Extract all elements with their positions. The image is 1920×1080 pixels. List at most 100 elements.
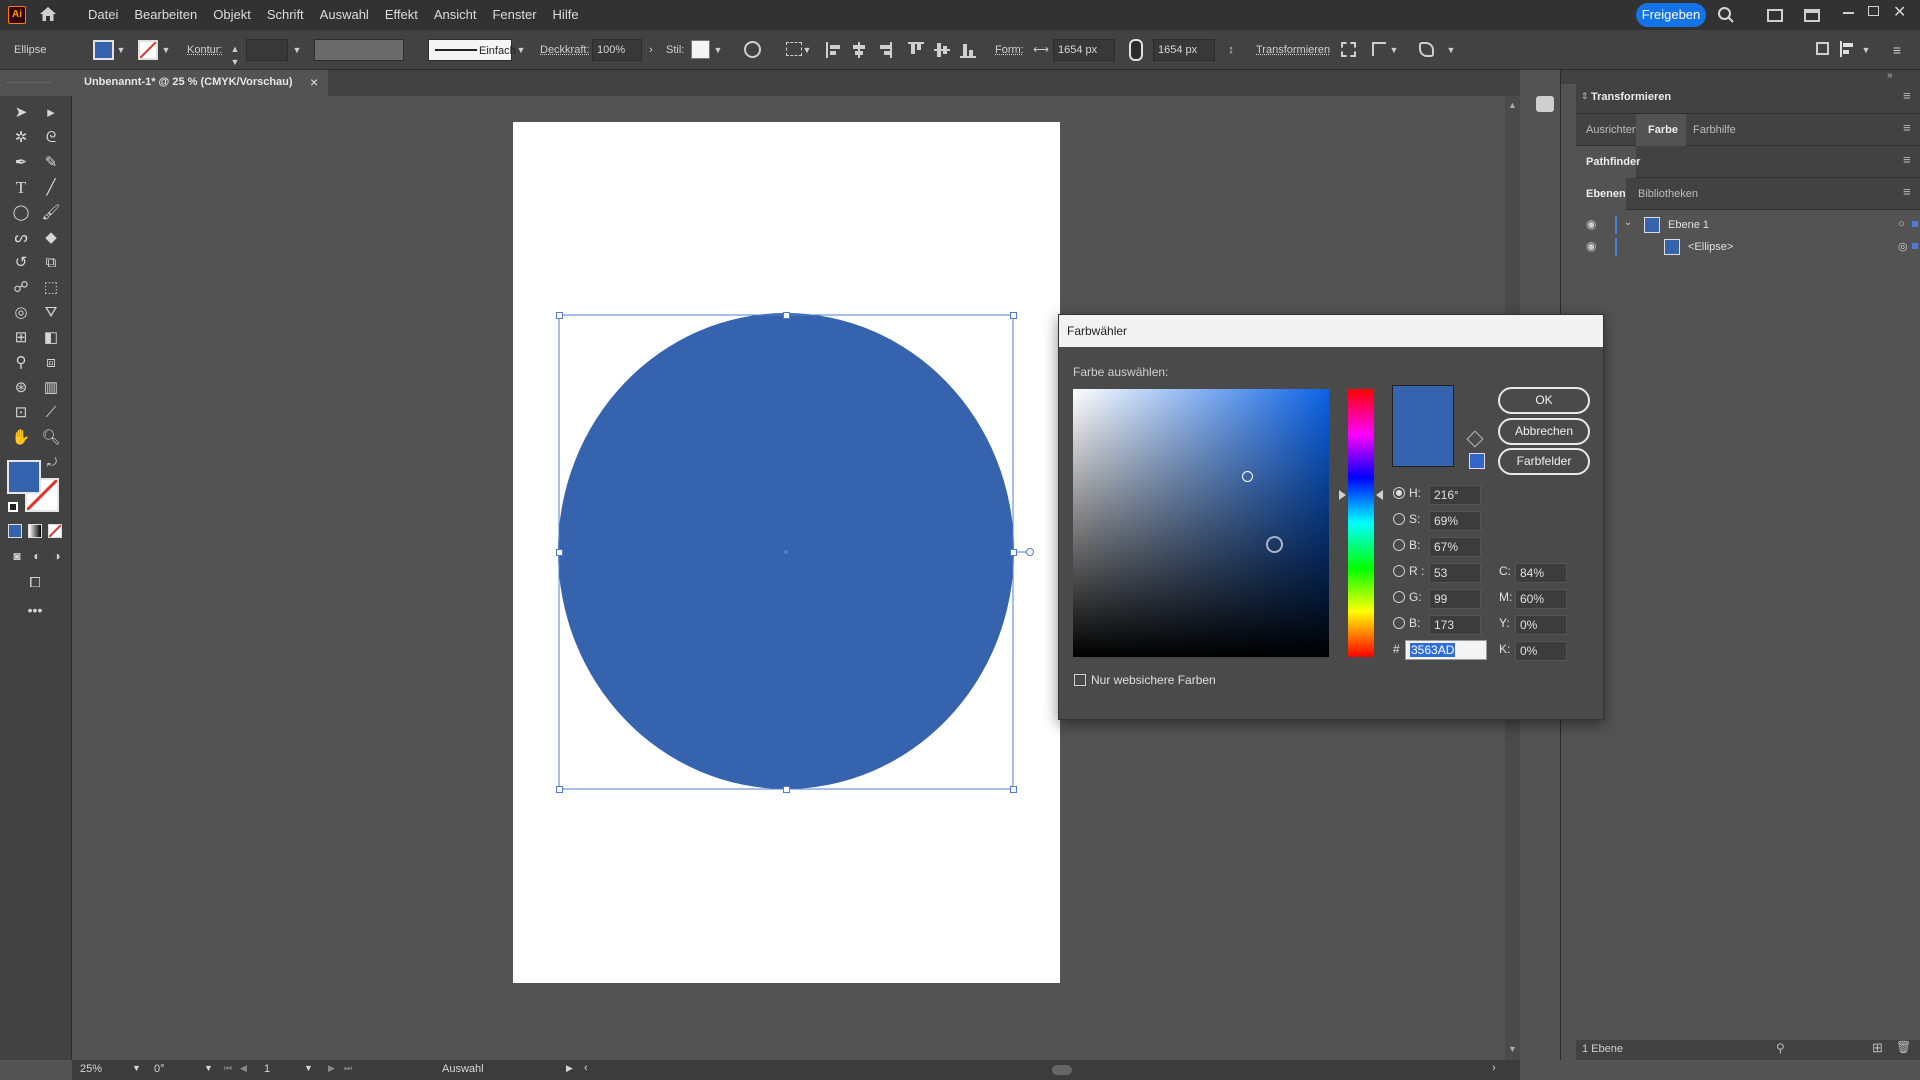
comments-icon[interactable] [1536,96,1554,112]
minimize-icon[interactable] [1843,12,1854,14]
horizontal-scrollbar-thumb[interactable] [1052,1065,1072,1075]
black-input[interactable]: 0% [1515,641,1567,661]
artboard-tool-icon[interactable]: ⊡ [8,401,34,425]
shaper-tool-icon[interactable]: ᔕ [8,226,34,250]
green-radio[interactable] [1393,591,1405,603]
chevron-down-icon[interactable]: ▼ [204,1063,213,1073]
web-safe-swatch[interactable] [1469,453,1485,469]
sublayer-name[interactable]: <Ellipse> [1688,241,1733,253]
eyedropper-tool-icon[interactable]: ⚲ [8,351,34,375]
align-top-icon[interactable] [908,42,924,56]
constrain-proportions-icon[interactable] [1129,39,1143,61]
warp-tool-icon[interactable]: ☍ [8,276,34,300]
align-panel-icon[interactable] [1840,41,1854,57]
blend-tool-icon[interactable]: ⧈ [38,351,64,375]
selection-handle-top-center[interactable] [783,312,790,319]
panel-menu-icon[interactable]: ≡ [1903,152,1911,167]
trash-icon[interactable]: 🗑︎ [1896,1040,1911,1054]
chevron-down-icon[interactable]: ▼ [116,30,126,70]
selection-handle-middle-right[interactable] [1010,549,1017,556]
saturation-radio[interactable] [1393,513,1405,525]
search-icon[interactable]: ⚲ [1776,1041,1785,1055]
shape-builder-tool-icon[interactable]: ◎ [8,301,34,325]
line-tool-icon[interactable]: ╱ [38,176,64,200]
live-paint-tool-icon[interactable]: ⛛ [38,301,64,325]
none-mode-icon[interactable] [48,524,62,538]
eye-icon[interactable]: ◉ [1586,217,1596,231]
yellow-input[interactable]: 0% [1515,615,1567,635]
opacity-input[interactable]: 100% [592,39,642,61]
scroll-left-arrow-icon[interactable]: ‹ [584,1062,588,1074]
status-menu-arrow-icon[interactable]: ▶ [566,1063,573,1074]
variable-width-profile[interactable] [314,39,404,61]
transform-label[interactable]: Transformieren [1256,30,1330,70]
selection-handle-top-left[interactable] [556,312,563,319]
selection-handle-middle-left[interactable] [556,549,563,556]
selection-handle-bottom-left[interactable] [556,786,563,793]
zoom-tool-icon[interactable]: 🔍︎ [38,426,64,450]
chevron-down-icon[interactable]: ▼ [304,1063,313,1073]
symbol-sprayer-tool-icon[interactable]: ⊛ [8,376,34,400]
align-left-icon[interactable] [826,42,840,58]
color-field-marker[interactable] [1242,471,1253,482]
chevron-down-icon[interactable]: ▼ [713,30,723,70]
recolor-artwork-icon[interactable] [744,41,761,58]
menu-hilfe[interactable]: Hilfe [545,0,587,30]
chevron-down-icon[interactable]: ▼ [516,30,526,70]
color-mode-icon[interactable] [8,524,22,538]
zoom-level[interactable]: 25% [80,1063,102,1075]
arrange-icon[interactable] [1372,42,1386,56]
red-radio[interactable] [1393,565,1405,577]
hex-input[interactable]: 3563AD [1405,640,1487,660]
blue-radio[interactable] [1393,617,1405,629]
menu-schrift[interactable]: Schrift [259,0,312,30]
column-graph-tool-icon[interactable]: ▥ [38,376,64,400]
selection-handle-bottom-right[interactable] [1010,786,1017,793]
tab-ebenen-active[interactable]: Ebenen [1576,178,1626,210]
transform-panel-header[interactable]: ⇕ Transformieren ≡ [1576,82,1920,114]
artboard-nav-first-icon[interactable]: ⏮ [224,1063,232,1074]
chevron-down-icon[interactable]: ▼ [1389,30,1399,70]
mesh-tool-icon[interactable]: ⊞ [8,326,34,350]
layer-name[interactable]: Ebene 1 [1668,219,1709,231]
green-input[interactable]: 99 [1429,589,1481,609]
warp-icon[interactable] [1419,42,1434,57]
magenta-input[interactable]: 60% [1515,589,1567,609]
menu-lines-icon[interactable]: ≡ [1890,30,1904,70]
hue-slider-arrow-left-icon[interactable] [1339,490,1346,500]
cube-icon[interactable] [1466,430,1484,448]
scroll-up-arrow-icon[interactable]: ▲ [1508,100,1517,110]
gradient-tool-icon[interactable]: ◧ [38,326,64,350]
screen-mode-icon[interactable]: ⧠ [22,570,48,594]
close-window-icon[interactable]: ✕ [1893,2,1906,22]
pen-tool-icon[interactable]: ✒ [8,151,34,175]
panel-collapse-icon[interactable]: » [1887,70,1893,81]
shape-label[interactable]: Form: [995,30,1024,70]
magic-wand-tool-icon[interactable]: ✲ [8,126,34,150]
paintbrush-tool-icon[interactable]: 🖌 [38,201,64,225]
arrange-documents-icon[interactable] [1804,9,1820,22]
hue-radio[interactable] [1393,487,1405,499]
lasso-tool-icon[interactable]: ᘓ [38,126,64,150]
height-input[interactable]: 1654 px [1153,39,1215,61]
red-input[interactable]: 53 [1429,563,1481,583]
panel-toggle-icon[interactable] [1816,42,1829,55]
menu-fenster[interactable]: Fenster [484,0,544,30]
swatches-button[interactable]: Farbfelder [1498,448,1590,475]
close-tab-icon[interactable]: × [310,74,318,90]
hue-slider-arrow-right-icon[interactable] [1376,490,1383,500]
add-layer-icon[interactable]: ⊞ [1872,1040,1883,1056]
selection-handle-bottom-center[interactable] [783,786,790,793]
ellipse-tool-icon[interactable]: ◯ [8,201,34,225]
rotation-value[interactable]: 0° [154,1063,165,1075]
layer-row[interactable]: ◉ ⌄ Ebene 1 ○ [1576,214,1920,236]
stroke-label[interactable]: Kontur: [187,30,222,70]
curvature-tool-icon[interactable]: ✎ [38,151,64,175]
artboard-nav-prev-icon[interactable]: ◀ [240,1063,247,1074]
isolate-object-icon[interactable] [1341,42,1356,57]
hue-slider[interactable] [1348,389,1374,657]
ellipse-object[interactable] [555,312,1035,796]
align-horizontal-center-icon[interactable] [852,42,866,58]
graphic-style-swatch[interactable] [691,40,710,59]
menu-ansicht[interactable]: Ansicht [426,0,485,30]
